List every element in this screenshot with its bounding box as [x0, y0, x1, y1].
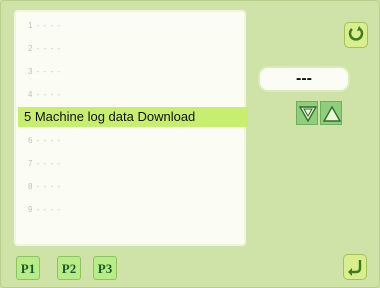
refresh-button[interactable]	[344, 22, 368, 48]
rotate-refresh-icon	[348, 26, 364, 41]
return-enter-icon	[348, 260, 362, 276]
list-item-4[interactable]: 4 - - - -	[28, 85, 61, 105]
list-item-9[interactable]: 9 - - - -	[28, 200, 61, 220]
list-item-5-selected[interactable]: 5 Machine log data Download	[18, 107, 248, 127]
list-item-6[interactable]: 6 - - - -	[28, 131, 61, 151]
log-list: 1 - - - - 2 - - - - 3 - - - - 4 - - - - …	[14, 10, 248, 246]
down-triangle-icon	[299, 106, 317, 123]
return-button[interactable]	[343, 254, 367, 280]
page-up-button[interactable]	[320, 101, 342, 125]
list-item-7[interactable]: 7 - - - -	[28, 154, 61, 174]
list-item-1[interactable]: 1 - - - -	[28, 16, 61, 36]
up-triangle-icon	[323, 105, 341, 122]
page-down-button[interactable]	[296, 101, 318, 125]
value-display: ---	[258, 66, 350, 92]
page-3-button[interactable]: P3	[93, 256, 117, 280]
page-1-button[interactable]: P1	[16, 256, 40, 280]
page-2-button[interactable]: P2	[57, 256, 81, 280]
list-item-2[interactable]: 2 - - - -	[28, 39, 61, 59]
list-item-3[interactable]: 3 - - - -	[28, 62, 61, 82]
list-item-8[interactable]: 8 - - - -	[28, 177, 61, 197]
